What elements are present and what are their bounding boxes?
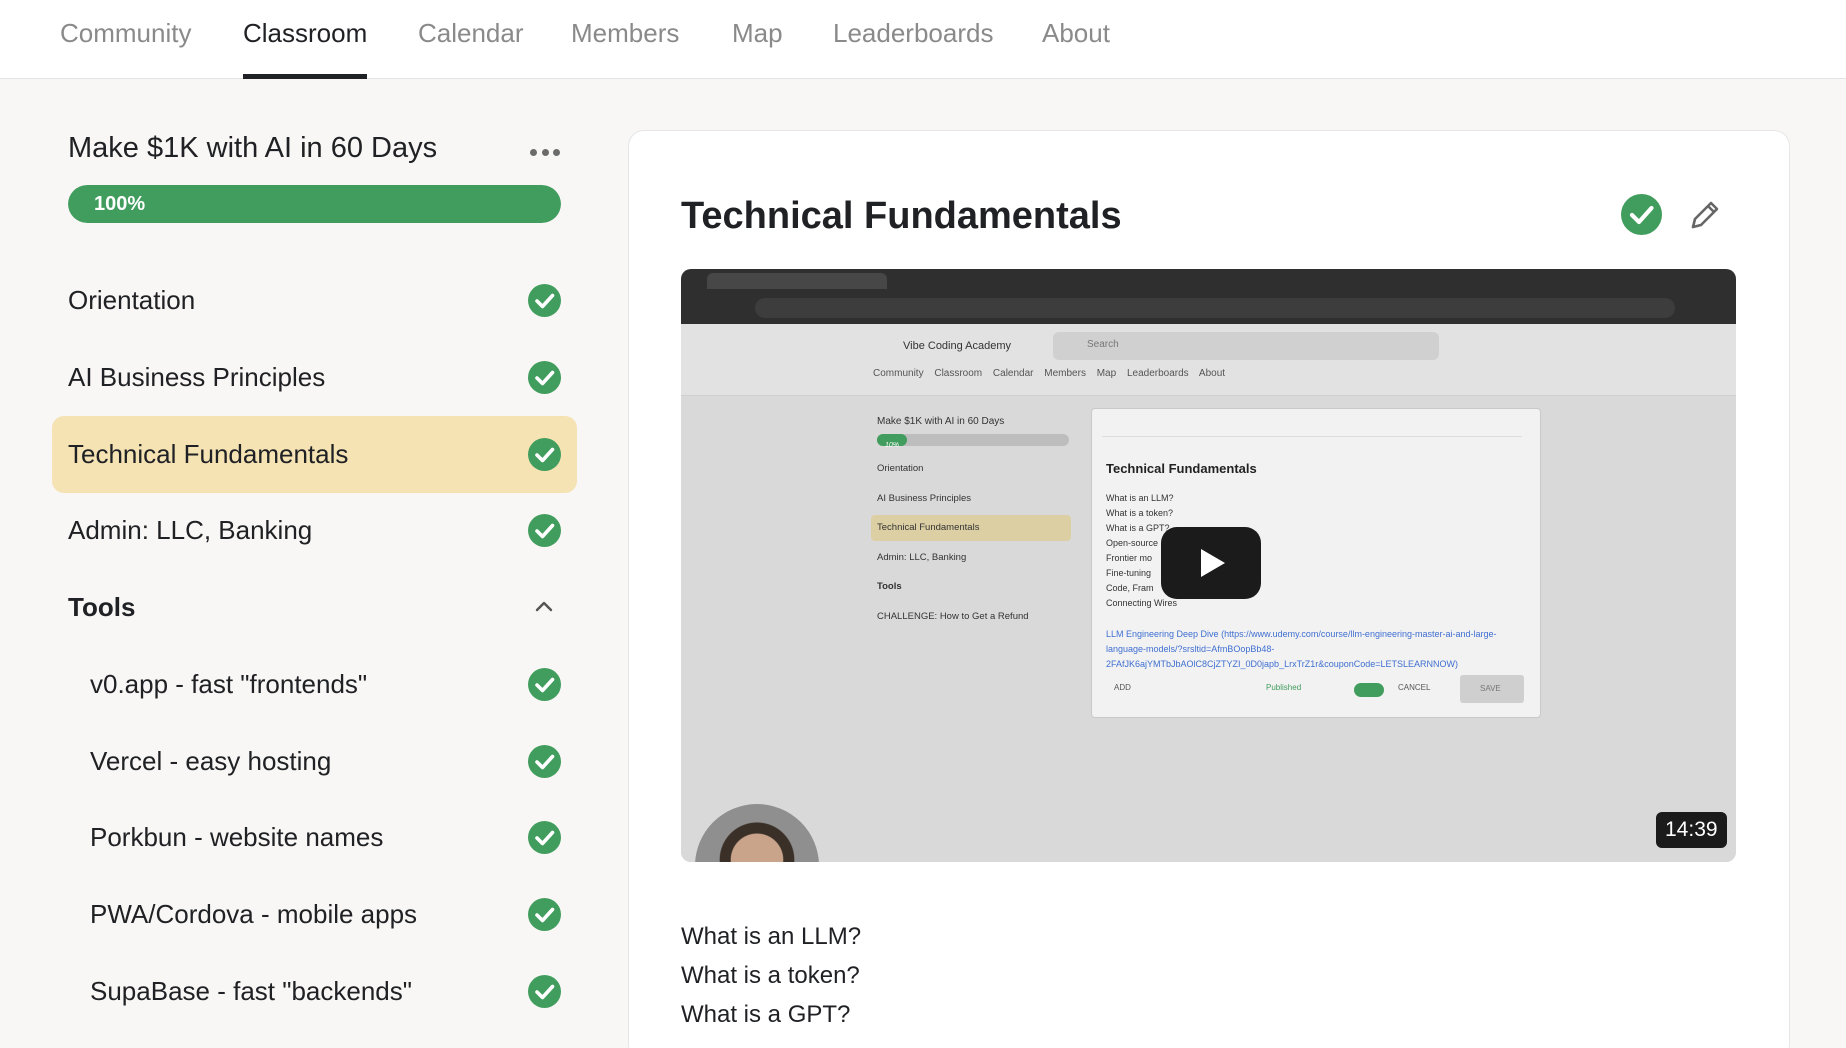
video-inner-save-label: SAVE [1480, 684, 1501, 693]
video-inner-progress: 10% [877, 434, 1069, 449]
sidebar-item-label: Porkbun - website names [90, 822, 384, 852]
tab-classroom[interactable]: Classroom [243, 0, 368, 79]
video-browser-tab [707, 273, 887, 289]
sidebar-item-supabase[interactable]: SupaBase - fast "backends" [52, 953, 577, 1030]
sidebar-item-label: Technical Fundamentals [68, 439, 349, 469]
video-inner-row: AI Business Principles [877, 493, 971, 504]
sidebar-item-label: Vercel - easy hosting [90, 746, 332, 776]
sidebar-item-ai-business-principles[interactable]: AI Business Principles [52, 339, 577, 416]
description-line: What is a token? [681, 962, 860, 989]
video-inner-published: Published [1266, 683, 1302, 692]
progress-label: 100% [94, 193, 146, 215]
check-circle-icon [528, 668, 561, 701]
video-inner-line: What is a token? [1106, 508, 1174, 518]
video-inner-row: Technical Fundamentals [871, 515, 1071, 541]
video-inner-editor-title: Technical Fundamentals [1106, 461, 1257, 476]
video-inner-row: Tools [877, 581, 902, 592]
video-inner-line: What is an LLM? [1106, 493, 1174, 503]
video-url-bar [755, 298, 1675, 318]
check-circle-icon [528, 514, 561, 547]
tab-map[interactable]: Map [732, 0, 783, 79]
sidebar-item-porkbun[interactable]: Porkbun - website names [52, 799, 577, 876]
sidebar-group-label: Tools [68, 592, 136, 622]
description-line: What is an LLM? [681, 923, 862, 950]
sidebar-item-technical-fundamentals[interactable]: Technical Fundamentals [52, 416, 577, 493]
sidebar-item-label: Orientation [68, 285, 196, 315]
sidebar-item-label: PWA/Cordova - mobile apps [90, 899, 418, 929]
play-button-icon[interactable] [1161, 527, 1261, 599]
video-browser-chrome [681, 269, 1736, 324]
check-circle-icon [528, 361, 561, 394]
sidebar-item-label: v0.app - fast "frontends" [90, 669, 368, 699]
lesson-title: Technical Fundamentals [681, 195, 1122, 237]
video-inner-editor-toolbar [1102, 419, 1522, 437]
sidebar-item-label: SupaBase - fast "backends" [90, 976, 412, 1006]
sidebar-group-tools[interactable]: Tools [52, 569, 577, 646]
tab-about[interactable]: About [1042, 0, 1110, 79]
check-circle-icon [528, 975, 561, 1008]
lesson-description: What is an LLM? What is a token? What is… [681, 917, 861, 1034]
more-options-icon[interactable] [530, 146, 560, 158]
sidebar-item-label: Admin: LLC, Banking [68, 515, 313, 545]
sidebar-item-v0-app[interactable]: v0.app - fast "frontends" [52, 646, 577, 723]
video-inner-search: Search [1053, 332, 1439, 360]
video-inner-search-placeholder: Search [1087, 339, 1119, 350]
webcam-overlay [695, 804, 819, 862]
sidebar-item-orientation[interactable]: Orientation [52, 262, 577, 339]
video-inner-editor: Technical Fundamentals What is an LLM? W… [1091, 408, 1541, 718]
check-circle-icon [528, 821, 561, 854]
course-progress-bar: 100% [68, 185, 561, 223]
tab-calendar[interactable]: Calendar [418, 0, 524, 79]
video-inner-toggle [1354, 683, 1384, 697]
video-inner-cancel: CANCEL [1398, 683, 1431, 692]
sidebar-item-vercel[interactable]: Vercel - easy hosting [52, 723, 577, 800]
video-inner-nav: Community Classroom Calendar Members Map… [873, 368, 1226, 379]
video-inner-save: SAVE [1460, 675, 1524, 703]
lesson-video[interactable]: Vibe Coding Academy Search Community Cla… [681, 269, 1736, 862]
chevron-up-icon[interactable] [532, 595, 556, 619]
check-circle-icon [528, 438, 561, 471]
sidebar-item-admin-llc-banking[interactable]: Admin: LLC, Banking [52, 492, 577, 569]
video-inner-progress-label: 10% [885, 442, 900, 449]
check-circle-icon [528, 284, 561, 317]
description-line: What is a GPT? [681, 1001, 851, 1028]
video-inner-brand: Vibe Coding Academy [903, 340, 1012, 352]
check-circle-icon [528, 745, 561, 778]
video-inner-editor-link: LLM Engineering Deep Dive (https://www.u… [1106, 629, 1497, 669]
tab-community[interactable]: Community [60, 0, 191, 79]
completed-check-icon[interactable] [1621, 194, 1662, 235]
sidebar-item-label: AI Business Principles [68, 362, 326, 392]
video-inner-course-title: Make $1K with AI in 60 Days [877, 416, 1005, 427]
video-inner-row: Admin: LLC, Banking [877, 552, 967, 563]
video-inner-add: ADD [1114, 683, 1131, 692]
video-duration: 14:39 [1656, 812, 1727, 848]
course-title: Make $1K with AI in 60 Days [68, 132, 438, 164]
video-inner-row: Orientation [877, 463, 924, 474]
top-nav: Community Classroom Calendar Members Map… [0, 0, 1846, 79]
video-inner-header: Vibe Coding Academy Search Community Cla… [681, 324, 1736, 396]
tab-leaderboards[interactable]: Leaderboards [833, 0, 993, 79]
tab-members[interactable]: Members [571, 0, 679, 79]
pencil-edit-icon[interactable] [1685, 195, 1725, 235]
check-circle-icon [528, 898, 561, 931]
lesson-card: Technical Fundamentals Vibe Coding Acade… [628, 130, 1790, 1048]
sidebar-item-pwa-cordova[interactable]: PWA/Cordova - mobile apps [52, 876, 577, 953]
video-inner-row: CHALLENGE: How to Get a Refund [877, 611, 1029, 622]
